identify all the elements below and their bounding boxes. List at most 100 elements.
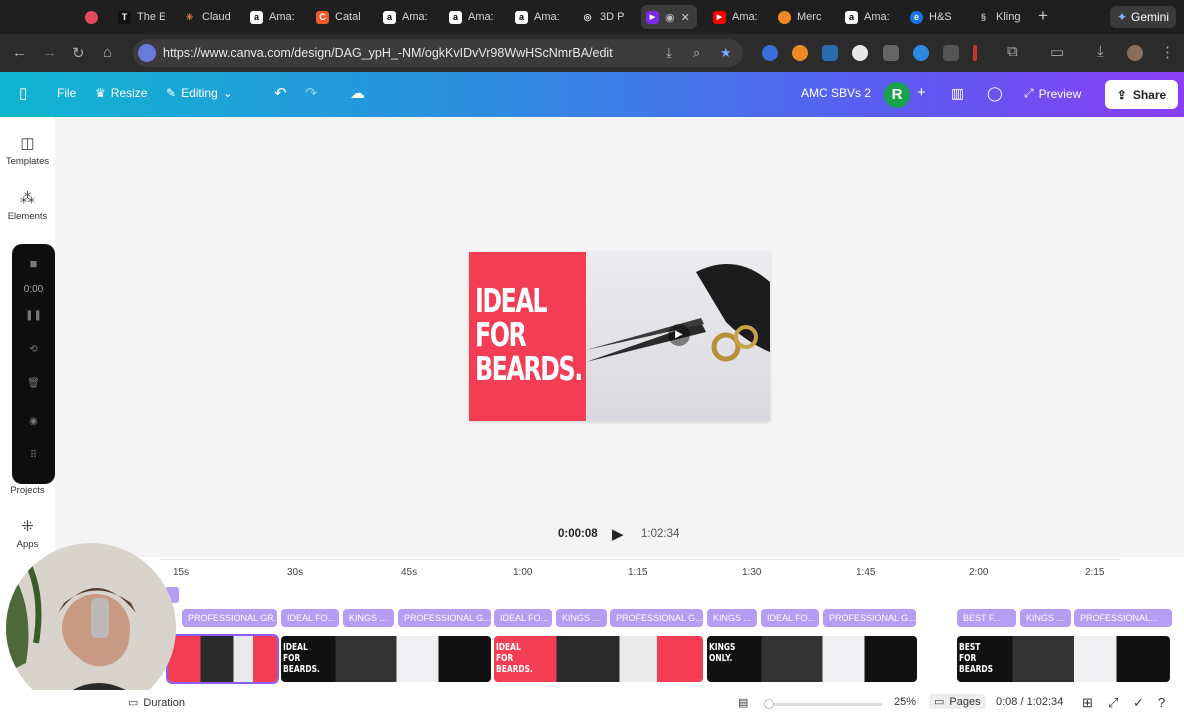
zoom-level[interactable]: 25% — [894, 696, 916, 708]
download-icon[interactable]: ⤓ — [666, 45, 672, 61]
back-icon[interactable]: ← — [12, 44, 27, 61]
zoom-slider-thumb[interactable] — [764, 699, 774, 709]
restart-icon[interactable]: ⟲ — [25, 344, 42, 355]
share-button[interactable]: ⇪ Share — [1105, 80, 1178, 109]
rail-templates[interactable]: ◫ Templates — [0, 134, 55, 167]
text-track-label[interactable]: PROFESSIONAL... — [1074, 609, 1172, 627]
sidepanel-icon[interactable]: ▭ — [1050, 43, 1064, 61]
browser-tab[interactable]: a Ama: — [245, 5, 297, 29]
browser-tab[interactable]: a Ama: — [444, 5, 496, 29]
gemini-icon: ✦ — [1116, 10, 1128, 24]
pause-icon[interactable]: ❚❚ — [25, 310, 42, 321]
reload-icon[interactable]: ↻ — [72, 44, 85, 62]
insights-chart-icon[interactable]: ▥ — [951, 85, 964, 102]
extension-icon[interactable] — [822, 45, 838, 61]
text-track-label[interactable]: KINGS ... — [343, 609, 394, 627]
video-clip[interactable]: IDEAL FOR BEARDS. — [281, 636, 491, 682]
video-clip[interactable]: BEST FOR BEARDS — [957, 636, 1170, 682]
duration-button[interactable]: ▭ Duration — [128, 696, 185, 710]
extension-icon[interactable] — [943, 45, 959, 61]
text-track-label[interactable]: IDEAL FO... — [761, 609, 819, 627]
zoom-icon[interactable]: ⌕ — [693, 45, 700, 61]
play-button[interactable]: ▶ — [612, 525, 624, 543]
trash-icon[interactable]: 🗑 — [25, 378, 42, 389]
stop-record-icon[interactable]: ■ — [25, 256, 42, 271]
slide-headline[interactable]: IDEAL FOR BEARDS. — [475, 284, 583, 386]
timeline[interactable]: 15s 30s 45s 1:00 1:15 1:30 1:45 2:00 2:1… — [0, 557, 1184, 691]
rail-projects[interactable]: Projects — [0, 485, 55, 496]
webcam-bubble[interactable] — [6, 543, 176, 713]
text-track-label[interactable]: PROFESSIONAL GR... — [182, 609, 277, 627]
fullscreen-icon[interactable]: ⤢ — [1108, 695, 1118, 711]
close-tab-icon[interactable]: ✕ — [681, 11, 690, 24]
comment-icon[interactable]: ◯ — [987, 85, 1003, 102]
browser-tab[interactable]: a Ama: — [840, 5, 892, 29]
url-bar[interactable]: https://www.canva.com/design/DAG_ypH_-NM… — [133, 39, 743, 67]
profile-avatar[interactable] — [1127, 45, 1143, 61]
text-track-label[interactable]: IDEAL FO... — [494, 609, 552, 627]
invite-plus-icon[interactable]: + — [917, 84, 926, 101]
undo-icon[interactable]: ↶ — [274, 84, 287, 102]
browser-tab[interactable]: a Ama: — [378, 5, 430, 29]
browser-tab[interactable]: Merc — [773, 5, 829, 29]
mic-icon[interactable]: ◉ — [25, 416, 42, 427]
preview-button[interactable]: ⤢ Preview — [1024, 86, 1081, 101]
extensions-puzzle-icon[interactable]: ⧉ — [1007, 43, 1018, 60]
new-tab-button[interactable]: + — [1038, 6, 1048, 26]
extension-icon[interactable] — [913, 45, 929, 61]
browser-tab[interactable] — [80, 5, 104, 29]
video-play-icon[interactable]: ▶ — [668, 324, 690, 346]
extension-icon[interactable] — [852, 45, 868, 61]
file-menu[interactable]: File — [57, 86, 76, 100]
extension-icon[interactable] — [762, 45, 778, 61]
zoom-slider[interactable] — [764, 699, 882, 709]
text-track-label[interactable]: KINGS ... — [556, 609, 607, 627]
downloads-icon[interactable]: ⤓ — [1097, 43, 1104, 60]
browser-tab[interactable]: C Catal — [311, 5, 363, 29]
notes-icon[interactable]: ▤ — [738, 696, 748, 709]
text-track-label[interactable]: BEST F... — [957, 609, 1016, 627]
browser-tab-active[interactable]: ▶ ◉ ✕ — [641, 5, 697, 29]
text-track-label[interactable]: PROFESSIONAL G... — [823, 609, 916, 627]
editing-mode-dropdown[interactable]: ✎ Editing ⌄ — [166, 86, 233, 100]
text-track-label[interactable]: KINGS ... — [707, 609, 757, 627]
sidebar-toggle-icon[interactable]: ▯ — [19, 84, 27, 102]
video-clip[interactable]: IDEAL FOR BEARDS. — [494, 636, 703, 682]
cloud-saved-icon[interactable]: ☁ — [350, 84, 365, 102]
tab-favicon — [778, 10, 791, 24]
extension-icon[interactable] — [973, 45, 977, 61]
browser-tab[interactable]: a Ama: — [510, 5, 562, 29]
text-track-label[interactable]: PROFESSIONAL G... — [610, 609, 703, 627]
redo-icon[interactable]: ↷ — [305, 84, 318, 102]
bookmark-star-icon[interactable]: ★ — [720, 45, 732, 61]
user-avatar[interactable]: R — [884, 82, 910, 108]
url-text[interactable]: https://www.canva.com/design/DAG_ypH_-NM… — [163, 46, 613, 60]
extension-icon[interactable] — [792, 45, 808, 61]
video-clip-selected[interactable] — [166, 634, 279, 684]
camera-extension-icon[interactable] — [883, 45, 899, 61]
grid-view-icon[interactable]: ⊞ — [1082, 695, 1093, 711]
check-icon[interactable]: ✓ — [1133, 695, 1144, 711]
resize-button[interactable]: ♛ Resize — [95, 86, 147, 100]
browser-tab[interactable]: ▶ Ama: — [708, 5, 762, 29]
browser-tab[interactable]: e H&S — [905, 5, 961, 29]
home-icon[interactable]: ⌂ — [103, 44, 112, 61]
browser-tab[interactable]: § Kling — [972, 5, 1028, 29]
forward-icon[interactable]: → — [42, 44, 57, 61]
browser-tab[interactable]: ◎ 3D P — [576, 5, 628, 29]
pages-button[interactable]: ▭ Pages — [929, 694, 986, 709]
text-track-label[interactable]: KINGS ... — [1020, 609, 1071, 627]
design-title[interactable]: AMC SBVs 2 — [801, 86, 871, 100]
drag-handle-icon[interactable]: ⠿ — [25, 450, 42, 461]
text-track-label[interactable]: IDEAL FO... — [281, 609, 339, 627]
menu-kebab-icon[interactable]: ⋮ — [1160, 43, 1175, 61]
site-info-icon[interactable] — [138, 44, 156, 62]
browser-tab[interactable]: ✳ Claud — [178, 5, 236, 29]
rail-elements[interactable]: ⁂ Elements — [0, 189, 55, 222]
text-track-label[interactable]: PROFESSIONAL G... — [398, 609, 491, 627]
browser-tab[interactable]: T The E — [113, 5, 165, 29]
gemini-button[interactable]: ✦ Gemini — [1110, 6, 1176, 28]
design-slide[interactable]: IDEAL FOR BEARDS. — [469, 252, 770, 421]
video-clip[interactable]: KINGS ONLY. — [707, 636, 917, 682]
help-icon[interactable]: ? — [1158, 695, 1165, 710]
